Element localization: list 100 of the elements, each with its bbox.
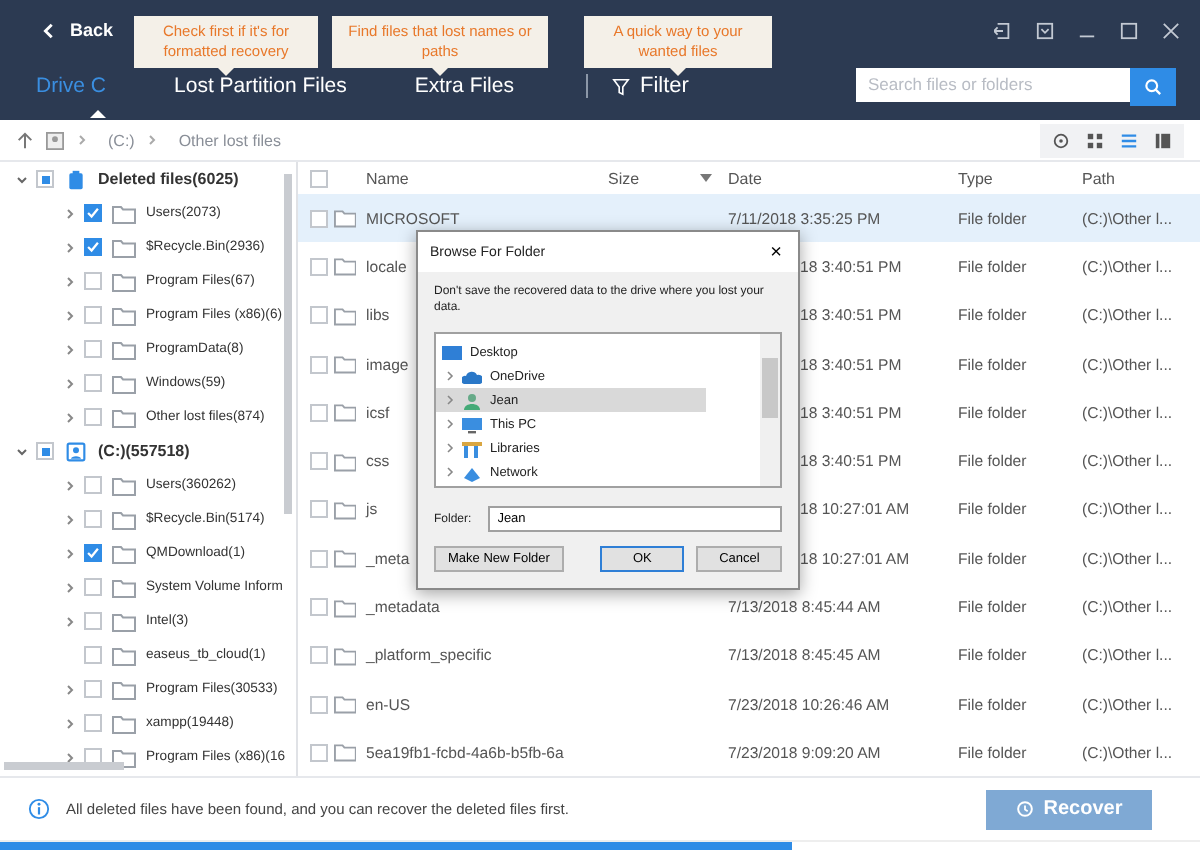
chevron-icon[interactable] <box>64 513 76 525</box>
checkbox[interactable] <box>84 272 102 290</box>
folder-icon <box>333 694 356 715</box>
folder-icon <box>112 271 136 291</box>
monitor-icon <box>462 415 482 434</box>
checkbox[interactable] <box>84 714 102 732</box>
checkbox[interactable] <box>84 646 102 664</box>
grid-icon[interactable] <box>1086 131 1104 149</box>
user-icon <box>64 441 88 461</box>
back-button[interactable]: Back <box>32 16 122 44</box>
folder-icon <box>333 548 356 569</box>
checkbox[interactable] <box>36 170 54 188</box>
search-icon <box>1144 77 1162 95</box>
checkbox[interactable] <box>84 204 102 222</box>
chevron-icon[interactable] <box>64 479 76 491</box>
chevron-icon <box>146 134 159 146</box>
scroll-thumb[interactable] <box>762 358 778 419</box>
folder-icon <box>333 354 356 375</box>
folder-icon <box>112 679 136 699</box>
column-header[interactable]: Type <box>958 169 1082 187</box>
sort-caret-icon <box>700 174 712 182</box>
column-header[interactable]: Name <box>366 169 608 187</box>
checkbox[interactable] <box>84 374 102 392</box>
folder-icon <box>333 597 356 618</box>
folder-icon <box>112 543 136 563</box>
tab[interactable]: Extra Files <box>406 68 522 104</box>
chevron-icon[interactable] <box>64 343 76 355</box>
checkbox[interactable] <box>84 680 102 698</box>
folder-icon <box>112 203 136 223</box>
tab[interactable]: Lost Partition Files <box>166 68 355 104</box>
folder-icon <box>333 499 356 520</box>
folder-icon <box>112 407 136 427</box>
close-icon[interactable] <box>1162 21 1180 39</box>
folder-icon <box>112 645 136 665</box>
checkbox[interactable] <box>84 306 102 324</box>
checkbox[interactable] <box>36 442 54 460</box>
folder-icon <box>333 208 356 229</box>
folder-icon <box>333 742 356 763</box>
checkbox[interactable] <box>310 355 328 374</box>
checkbox[interactable] <box>310 403 328 422</box>
chevron-icon[interactable] <box>16 173 28 185</box>
chevron-icon[interactable] <box>64 717 76 729</box>
checkbox[interactable] <box>310 306 328 325</box>
checkbox[interactable] <box>310 257 328 276</box>
folder-icon <box>333 645 356 666</box>
chevron-icon[interactable] <box>64 377 76 389</box>
list-icon[interactable] <box>1120 131 1138 149</box>
folder-icon <box>112 577 136 597</box>
chevron-icon[interactable] <box>64 581 76 593</box>
chevron-icon[interactable] <box>16 445 28 457</box>
chevron-icon[interactable] <box>64 411 76 423</box>
scrollbar[interactable] <box>284 174 292 514</box>
folder-icon <box>112 475 136 495</box>
chevron-icon[interactable] <box>64 241 76 253</box>
checkbox[interactable] <box>84 612 102 630</box>
checkbox[interactable] <box>310 646 328 665</box>
column-header[interactable]: Size <box>608 169 640 187</box>
checkbox[interactable] <box>84 340 102 358</box>
tree-item[interactable]: Deleted files(6025) <box>98 170 239 188</box>
search-field[interactable]: Search files or folders <box>856 67 1130 101</box>
checkbox[interactable] <box>310 598 328 617</box>
trash-icon <box>64 169 88 189</box>
checkbox[interactable] <box>84 408 102 426</box>
chevron-icon[interactable] <box>64 547 76 559</box>
checkbox[interactable] <box>310 743 328 762</box>
target-icon[interactable] <box>1052 131 1070 149</box>
export-icon[interactable] <box>994 21 1012 39</box>
up-arrow-icon[interactable] <box>16 131 34 149</box>
chevron-icon[interactable] <box>64 615 76 627</box>
checkbox[interactable] <box>310 500 328 519</box>
chevron-icon[interactable] <box>64 275 76 287</box>
checkbox[interactable] <box>84 476 102 494</box>
search-button[interactable] <box>1130 67 1176 105</box>
checkbox[interactable] <box>84 578 102 596</box>
chevron-icon[interactable] <box>64 207 76 219</box>
column-header[interactable]: Path <box>1082 169 1200 187</box>
tree-item[interactable]: (C:)(557518) <box>98 442 190 460</box>
scrollbar[interactable] <box>4 762 124 770</box>
checkbox[interactable] <box>310 452 328 471</box>
folder-icon <box>333 305 356 326</box>
folder-icon <box>333 256 356 277</box>
maximize-icon[interactable] <box>1120 21 1138 39</box>
chevron-icon[interactable] <box>64 309 76 321</box>
folder-icon <box>112 611 136 631</box>
download-icon[interactable] <box>1036 21 1054 39</box>
checkbox[interactable] <box>310 695 328 714</box>
column-header[interactable]: Date <box>728 169 958 187</box>
checkbox[interactable] <box>84 238 102 256</box>
filter-button[interactable]: Filter <box>603 68 697 104</box>
columns-icon[interactable] <box>1154 131 1172 149</box>
checkbox[interactable] <box>310 209 328 228</box>
info-icon <box>28 798 50 820</box>
close-button[interactable]: × <box>766 241 786 263</box>
checkbox[interactable] <box>84 544 102 562</box>
chevron-icon[interactable] <box>64 751 76 763</box>
checkbox[interactable] <box>310 169 328 187</box>
folder-icon <box>112 339 136 359</box>
chevron-icon[interactable] <box>64 683 76 695</box>
checkbox[interactable] <box>310 549 328 568</box>
checkbox[interactable] <box>84 510 102 528</box>
